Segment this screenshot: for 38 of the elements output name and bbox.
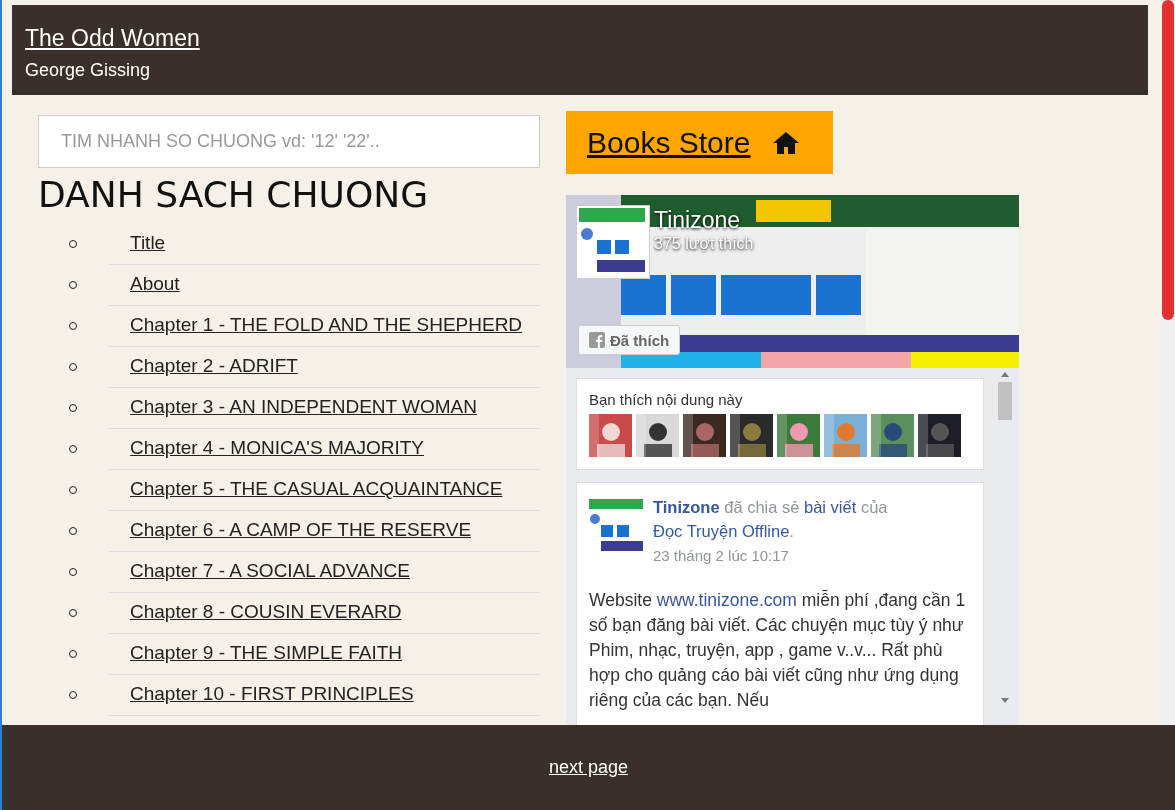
chapter-link[interactable]: Chapter 3 - AN INDEPENDENT WOMAN [130,396,477,418]
page-name[interactable]: Tinizone [654,207,741,234]
page-link[interactable]: Tinizone [653,498,720,516]
chapter-link[interactable]: Chapter 8 - COUSIN EVERARD [130,601,402,623]
post-link[interactable]: bài viết [804,498,857,516]
books-store-button[interactable]: Books Store [566,111,833,174]
scroll-thumb[interactable] [998,382,1012,420]
chapter-list-heading: DANH SACH CHUONG [38,174,430,215]
scroll-up-icon[interactable] [1000,370,1010,378]
author-name: George Gissing [25,60,151,81]
next-page-link[interactable]: next page [548,757,629,778]
facebook-icon [589,332,605,348]
post-header: Tinizone đã chia sẻ bài viết của Đọc Truyện Offline. [653,497,889,542]
like-button[interactable]: Đã thích [578,325,681,355]
post-link[interactable]: www.tinizone.com [656,590,797,610]
chapter-link[interactable]: Chapter 9 - THE SIMPLE FAITH [130,642,403,664]
chapter-link[interactable]: Chapter 7 - A SOCIAL ADVANCE [130,560,410,582]
friends-label: Bạn thích nội dung này [589,391,744,408]
page-logo [589,499,643,553]
chapter-link[interactable]: Chapter 6 - A CAMP OF THE RESERVE [130,519,472,541]
search-field[interactable]: TIM NHANH SO CHUONG vd: '12' '22'.. [38,115,540,168]
feed-scrollbar[interactable] [996,370,1014,705]
scroll-thumb[interactable] [1162,0,1174,320]
chapter-link[interactable]: Chapter 10 - FIRST PRINCIPLES [130,683,414,705]
chapter-link[interactable]: Chapter 4 - MONICA'S MAJORITY [130,437,424,459]
page-scrollbar[interactable] [1160,0,1175,725]
post-time: 23 tháng 2 lúc 10:17 [653,547,790,564]
chapter-link[interactable]: Chapter 2 - ADRIFT [130,355,298,377]
chapter-link[interactable]: About [130,273,180,295]
post-link[interactable]: Đọc Truyện Offline [653,522,790,540]
book-title[interactable]: The Odd Women [25,25,200,52]
home-icon [772,130,801,155]
like-count: 375 lượt thích [654,235,754,253]
post-text: Website www.tinizone.com miễn phí ,đang cần 1 số bạn đăng bài viết. Các chuyện mục tùy ý như Phim, nhạc, truyện, app , game v..v... Rất phù hợp cho quảng cáo bài viết cũng như ứng dụng riêng của các bạn. Nếu [589,588,967,712]
chapter-link[interactable]: Title [130,232,166,254]
chapter-link[interactable]: Chapter 5 - THE CASUAL ACQUAINTANCE [130,478,503,500]
scroll-down-icon[interactable] [1000,697,1010,705]
chapter-link[interactable]: Chapter 1 - THE FOLD AND THE SHEPHERD [130,314,523,336]
